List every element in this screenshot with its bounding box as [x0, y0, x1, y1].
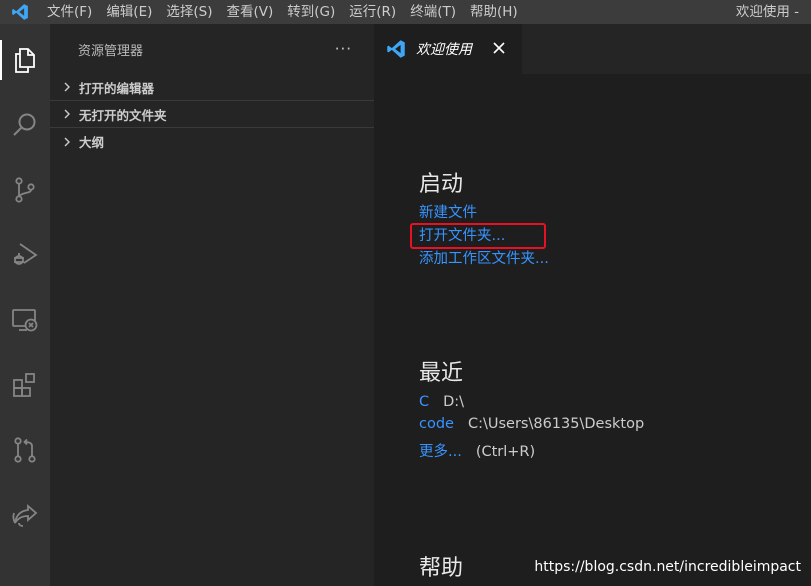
- menu-file[interactable]: 文件(F): [40, 0, 99, 24]
- start-heading: 启动: [419, 172, 464, 197]
- section-label: 无打开的文件夹: [79, 107, 167, 123]
- explorer-sidebar: 资源管理器 ··· 打开的编辑器 无打开的文件夹 大纲: [50, 24, 374, 586]
- source-control-icon[interactable]: [0, 166, 50, 214]
- vscode-logo-icon: [386, 40, 408, 58]
- pull-request-icon[interactable]: [0, 426, 50, 474]
- search-icon[interactable]: [0, 101, 50, 149]
- window-title: 欢迎使用 -: [735, 4, 799, 20]
- watermark-text: https://blog.csdn.net/incredibleimpact: [534, 559, 801, 575]
- menu-edit[interactable]: 编辑(E): [99, 0, 159, 24]
- more-recent-row: 更多... (Ctrl+R): [419, 441, 535, 463]
- sidebar-title: 资源管理器: [78, 43, 144, 59]
- help-heading: 帮助: [419, 556, 464, 581]
- explorer-icon[interactable]: [0, 36, 50, 84]
- extensions-icon[interactable]: [0, 361, 50, 409]
- add-workspace-folder-link[interactable]: 添加工作区文件夹...: [419, 248, 549, 270]
- chevron-right-icon: [62, 136, 74, 148]
- recent-item-path: D:\: [443, 394, 465, 410]
- menu-help[interactable]: 帮助(H): [463, 0, 525, 24]
- menu-terminal[interactable]: 终端(T): [403, 0, 463, 24]
- more-actions-icon[interactable]: ···: [335, 40, 352, 58]
- menu-run[interactable]: 运行(R): [342, 0, 403, 24]
- recent-item-path: C:\Users\86135\Desktop: [467, 416, 645, 432]
- tab-label: 欢迎使用: [416, 42, 472, 58]
- live-share-icon[interactable]: [0, 491, 50, 539]
- chevron-right-icon: [62, 108, 74, 120]
- welcome-page: 启动 新建文件 打开文件夹... 添加工作区文件夹... 最近 C D:\ cod…: [374, 74, 811, 586]
- recent-heading: 最近: [419, 361, 464, 386]
- menu-bar: 文件(F) 编辑(E) 选择(S) 查看(V) 转到(G) 运行(R) 终端(T…: [40, 0, 525, 24]
- shortcut-hint: (Ctrl+R): [475, 444, 536, 460]
- menu-view[interactable]: 查看(V): [220, 0, 281, 24]
- editor-tab-bar: 欢迎使用: [374, 24, 811, 74]
- sidebar-header: 资源管理器 ···: [50, 24, 374, 74]
- title-bar: 文件(F) 编辑(E) 选择(S) 查看(V) 转到(G) 运行(R) 终端(T…: [0, 0, 811, 24]
- chevron-right-icon: [62, 81, 74, 93]
- highlight-annotation-box: [410, 223, 546, 249]
- recent-item[interactable]: C D:\: [419, 391, 464, 413]
- section-label: 打开的编辑器: [79, 80, 155, 96]
- more-recent-link[interactable]: 更多...: [419, 444, 462, 460]
- section-no-folder[interactable]: 无打开的文件夹: [50, 101, 374, 128]
- menu-go[interactable]: 转到(G): [280, 0, 342, 24]
- section-outline[interactable]: 大纲: [50, 128, 374, 155]
- run-debug-icon[interactable]: [0, 231, 50, 279]
- close-icon[interactable]: [490, 39, 508, 57]
- new-file-link[interactable]: 新建文件: [419, 202, 477, 224]
- activity-bar: [0, 24, 50, 586]
- remote-explorer-icon[interactable]: [0, 296, 50, 344]
- section-open-editors[interactable]: 打开的编辑器: [50, 74, 374, 101]
- recent-item[interactable]: code C:\Users\86135\Desktop: [419, 413, 644, 435]
- recent-item-name[interactable]: C: [419, 394, 429, 410]
- tab-welcome[interactable]: 欢迎使用: [374, 24, 522, 74]
- menu-selection[interactable]: 选择(S): [159, 0, 219, 24]
- recent-item-name[interactable]: code: [419, 416, 454, 432]
- section-label: 大纲: [79, 135, 105, 150]
- vscode-logo-icon: [0, 0, 40, 24]
